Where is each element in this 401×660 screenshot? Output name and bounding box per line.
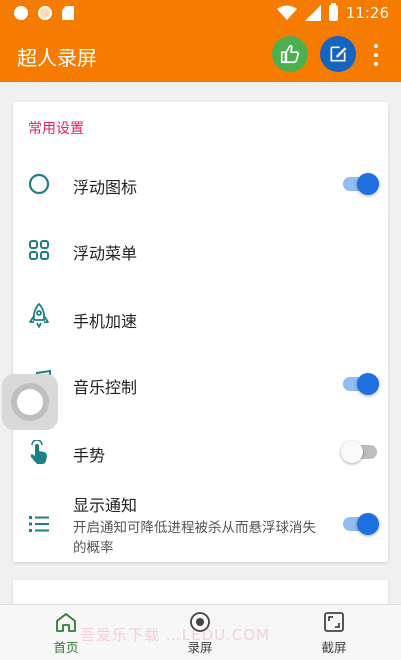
notification-record-icon: [38, 6, 52, 20]
setting-label: 手势: [73, 446, 106, 465]
status-notification-icons: [14, 6, 74, 20]
thumbs-up-icon: [280, 44, 300, 64]
more-vert-icon: [374, 44, 378, 48]
floating-ball-button[interactable]: [2, 374, 58, 430]
list-icon: [27, 512, 51, 536]
home-icon: [56, 613, 76, 632]
sd-card-icon: [62, 6, 74, 20]
notification-dot-icon: [14, 6, 28, 20]
setting-phone-boost[interactable]: 手机加速: [13, 288, 388, 348]
circle-outline-icon: [27, 172, 51, 196]
setting-floating-menu[interactable]: 浮动菜单: [13, 220, 388, 280]
setting-label: 浮动菜单: [73, 244, 138, 263]
status-bar: 11:26: [0, 0, 401, 28]
like-button[interactable]: [272, 36, 308, 72]
app-title: 超人录屏: [17, 46, 97, 70]
edit-button[interactable]: [320, 36, 356, 72]
bottom-navigation: 首页 录屏 截屏: [0, 604, 401, 660]
wifi-icon: [276, 5, 297, 20]
battery-icon: [328, 3, 338, 21]
section-title: 常用设置: [28, 121, 84, 137]
setting-sublabel: 开启通知可降低进程被杀从而悬浮球消失的概率: [73, 520, 316, 556]
edit-icon: [330, 46, 347, 62]
gesture-hand-icon: [27, 440, 51, 464]
app-bar: 超人录屏: [0, 28, 401, 82]
setting-show-notification[interactable]: 显示通知 开启通知可降低进程被杀从而悬浮球消失的概率: [13, 486, 388, 562]
status-system-icons: 11:26: [276, 3, 389, 22]
setting-label: 音乐控制: [73, 378, 138, 397]
nav-label: 截屏: [321, 640, 347, 655]
settings-card: 常用设置 浮动图标 浮动菜单 手机加速 音乐控制 手势 显示通知 开启通知可降低…: [13, 102, 388, 562]
setting-label: 显示通知: [73, 496, 138, 515]
nav-label: 录屏: [187, 640, 213, 655]
signal-icon: [304, 5, 321, 21]
record-icon: [190, 612, 210, 632]
floating-icon-toggle[interactable]: [343, 173, 379, 195]
status-time: 11:26: [345, 4, 389, 22]
setting-floating-icon[interactable]: 浮动图标: [13, 154, 388, 214]
gesture-toggle[interactable]: [341, 441, 377, 463]
rocket-icon: [27, 303, 51, 328]
setting-label: 手机加速: [73, 312, 138, 331]
grid-menu-icon: [27, 238, 51, 262]
music-control-toggle[interactable]: [343, 373, 379, 395]
screenshot-icon: [324, 612, 344, 632]
setting-gesture[interactable]: 手势: [13, 422, 388, 482]
nav-screenshot[interactable]: 截屏: [294, 611, 374, 656]
more-options-button[interactable]: [368, 40, 384, 70]
show-notification-toggle[interactable]: [343, 513, 379, 535]
setting-label: 浮动图标: [73, 178, 138, 197]
nav-label: 首页: [53, 640, 79, 655]
nav-record[interactable]: 录屏: [160, 611, 240, 656]
setting-music-control[interactable]: 音乐控制: [13, 354, 388, 414]
nav-home[interactable]: 首页: [26, 611, 106, 656]
